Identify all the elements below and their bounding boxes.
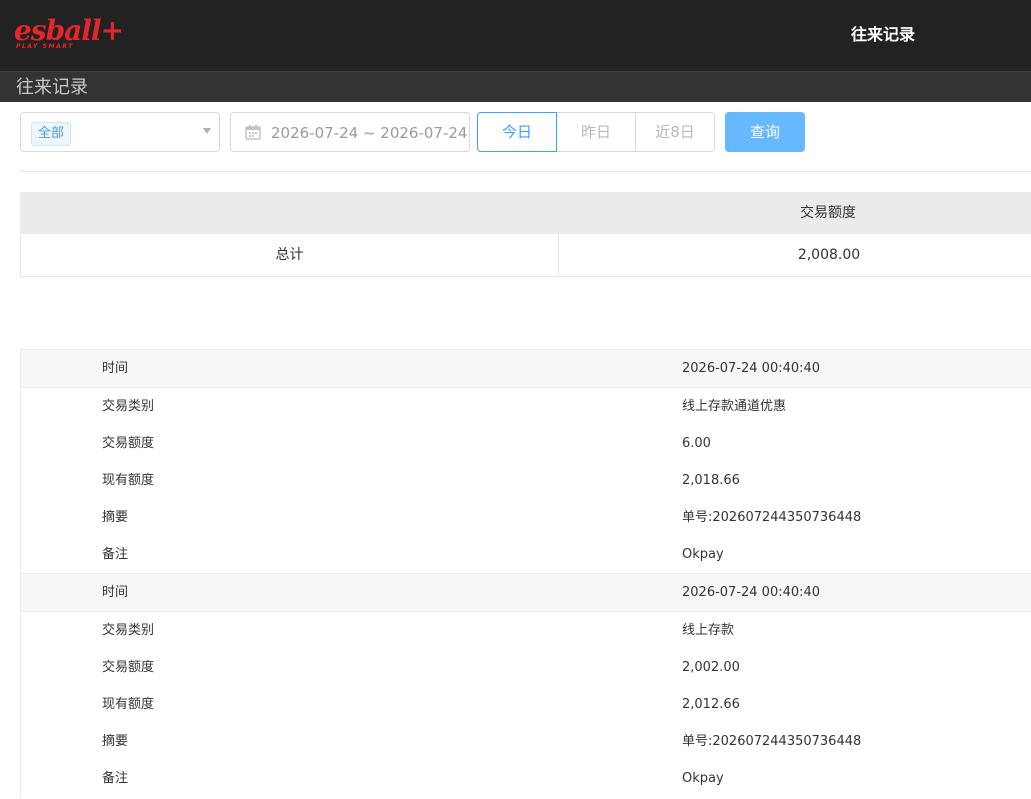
field-label: 摘要 [102, 510, 129, 525]
field-value: 单号:202607244350736448 [682, 734, 862, 749]
record-field-row: 现有额度 2,012.66 [21, 686, 1031, 723]
field-value: 6.00 [682, 436, 711, 451]
logo-wordmark: esball+ [14, 14, 124, 47]
record-field-row: 交易额度 2,002.00 [21, 649, 1031, 686]
field-label: 交易额度 [102, 660, 155, 675]
field-label: 交易类别 [102, 623, 155, 638]
record-field-row: 交易额度 6.00 [21, 425, 1031, 462]
field-label: 备注 [102, 547, 129, 562]
record-field-row: 备注 Okpay [21, 536, 1031, 573]
summary-total-value: 2,008.00 [797, 247, 861, 263]
transaction-records: 时间 2026-07-24 00:40:40 交易类别 线上存款通道优惠 交易额… [20, 349, 1031, 797]
esball-logo[interactable]: esball+ PLAY SMART [14, 16, 124, 56]
record-field-row: 交易类别 线上存款 [21, 612, 1031, 649]
record-field-row: 备注 Okpay [21, 760, 1031, 797]
today-button[interactable]: 今日 [477, 112, 557, 152]
record-card: 时间 2026-07-24 00:40:40 交易类别 线上存款 交易额度 2,… [20, 573, 1031, 797]
section-bar: 往来记录 [0, 71, 1031, 102]
record-field-row: 现有额度 2,018.66 [21, 462, 1031, 499]
field-value: 2026-07-24 00:40:40 [682, 361, 821, 376]
field-value: 线上存款 [682, 623, 735, 638]
field-value: 2,012.66 [682, 697, 740, 712]
field-value: 2,002.00 [682, 660, 740, 675]
field-value: Okpay [682, 771, 724, 786]
record-field-row: 摘要 单号:202607244350736448 [21, 723, 1031, 760]
field-label: 摘要 [102, 734, 129, 749]
field-label: 交易额度 [102, 436, 155, 451]
summary-amount-header: 交易额度 [800, 205, 856, 221]
yesterday-button[interactable]: 昨日 [556, 112, 636, 152]
summary-row: 总计 2,008.00 [20, 234, 1031, 277]
page-header-title: 往来记录 [851, 25, 916, 44]
record-card: 时间 2026-07-24 00:40:40 交易类别 线上存款通道优惠 交易额… [20, 349, 1031, 573]
field-label: 交易类别 [102, 399, 155, 414]
date-range-value: 2026-07-24 ~ 2026-07-24 [271, 124, 468, 142]
calendar-icon [245, 125, 261, 140]
field-value: 线上存款通道优惠 [682, 399, 787, 414]
divider [20, 171, 1031, 172]
summary-total-label: 总计 [21, 234, 559, 276]
field-label: 备注 [102, 771, 129, 786]
category-tag[interactable]: 全部 [31, 122, 72, 146]
logo-tagline: PLAY SMART [16, 43, 74, 50]
field-label: 现有额度 [102, 473, 155, 488]
category-select[interactable]: 全部 [20, 112, 220, 152]
record-field-row: 时间 2026-07-24 00:40:40 [21, 573, 1031, 612]
field-value: 2,018.66 [682, 473, 740, 488]
chevron-down-icon[interactable] [203, 128, 211, 134]
last-8-days-button[interactable]: 近8日 [635, 112, 715, 152]
field-label: 现有额度 [102, 697, 155, 712]
field-label: 时间 [102, 585, 129, 600]
query-button[interactable]: 查询 [725, 112, 805, 152]
section-title: 往来记录 [16, 77, 88, 98]
field-value: 2026-07-24 00:40:40 [682, 585, 821, 600]
field-label: 时间 [102, 361, 129, 376]
date-range-picker[interactable]: 2026-07-24 ~ 2026-07-24 [230, 112, 470, 152]
field-value: Okpay [682, 547, 724, 562]
record-field-row: 交易类别 线上存款通道优惠 [21, 388, 1031, 425]
summary-header: 交易额度 [20, 192, 1031, 234]
field-value: 单号:202607244350736448 [682, 510, 862, 525]
record-field-row: 摘要 单号:202607244350736448 [21, 499, 1031, 536]
record-field-row: 时间 2026-07-24 00:40:40 [21, 349, 1031, 388]
top-navbar: esball+ PLAY SMART 往来记录 [0, 0, 1031, 71]
